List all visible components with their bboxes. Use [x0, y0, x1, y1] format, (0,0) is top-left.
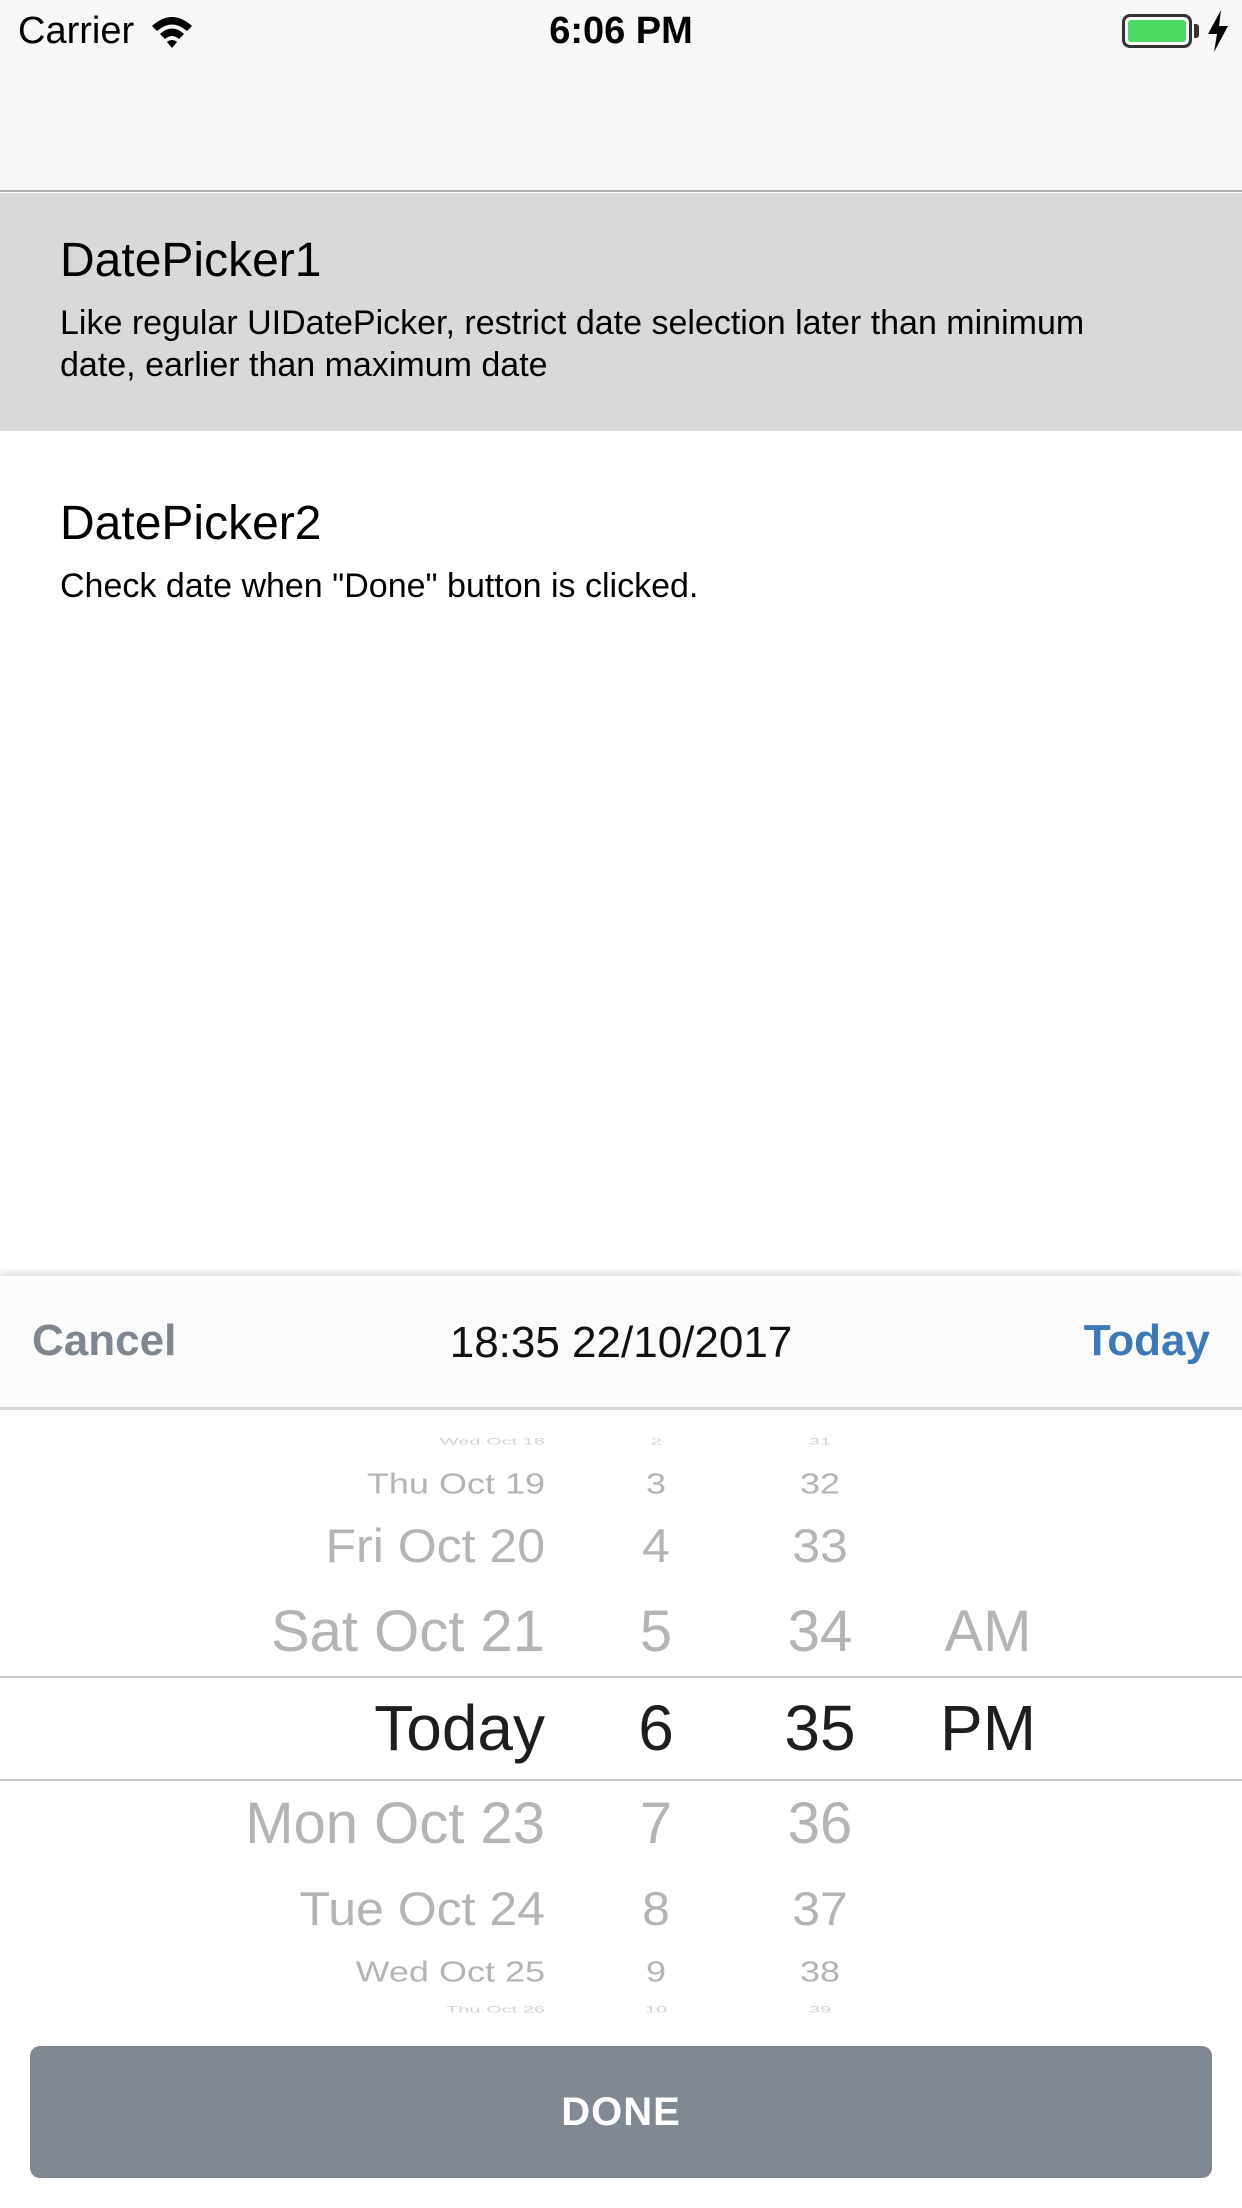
- day-wheel-item[interactable]: Wed Oct 18: [125, 1438, 545, 1447]
- minute-wheel-item[interactable]: 36: [740, 1795, 900, 1853]
- selection-line-bottom: [0, 1779, 1242, 1781]
- hour-wheel-item[interactable]: 4: [576, 1522, 736, 1570]
- hour-wheel-item[interactable]: 8: [576, 1885, 736, 1933]
- minute-wheel-item[interactable]: 39: [740, 2006, 900, 2015]
- day-wheel-item[interactable]: Today: [125, 1696, 545, 1760]
- status-bar: Carrier 6:06 PM: [0, 0, 1242, 62]
- done-button[interactable]: DONE: [30, 2046, 1212, 2178]
- date-wheel-picker[interactable]: Wed Oct 18 Thu Oct 19 Fri Oct 20 Sat Oct 21…: [0, 1412, 1242, 2022]
- hour-wheel-item[interactable]: 3: [576, 1469, 736, 1499]
- selected-date-display: 18:35 22/10/2017: [449, 1318, 793, 1367]
- list-item-subtitle: Like regular UIDatePicker, restrict date…: [60, 304, 1085, 384]
- day-wheel-item[interactable]: Thu Oct 26: [125, 2006, 545, 2015]
- picker-toolbar: Cancel 18:35 22/10/2017 Today: [0, 1276, 1242, 1410]
- hour-wheel-item[interactable]: 7: [576, 1795, 736, 1853]
- selection-line-top: [0, 1676, 1242, 1678]
- minute-wheel-item[interactable]: 34: [740, 1603, 900, 1661]
- day-wheel-item[interactable]: Thu Oct 19: [125, 1469, 545, 1499]
- day-wheel-item[interactable]: Tue Oct 24: [125, 1885, 545, 1933]
- today-button[interactable]: Today: [1084, 1316, 1210, 1366]
- day-wheel-item[interactable]: Mon Oct 23: [125, 1795, 545, 1853]
- hour-wheel-item[interactable]: 10: [576, 2006, 736, 2015]
- battery-cap: [1194, 24, 1199, 38]
- minute-wheel-item[interactable]: 33: [740, 1522, 900, 1570]
- day-wheel-item[interactable]: Sat Oct 21: [125, 1603, 545, 1661]
- hour-wheel-item[interactable]: 5: [576, 1603, 736, 1661]
- navigation-bar: [0, 62, 1242, 192]
- status-time: 6:06 PM: [549, 10, 693, 52]
- list-item-datepicker1[interactable]: DatePicker1 Like regular UIDatePicker, r…: [0, 193, 1242, 431]
- minute-wheel-item[interactable]: 35: [740, 1696, 900, 1760]
- minute-wheel-item[interactable]: 31: [740, 1438, 900, 1447]
- hour-wheel-item[interactable]: 6: [576, 1696, 736, 1760]
- ampm-wheel-item[interactable]: AM: [888, 1603, 1088, 1661]
- charging-bolt-icon: [1208, 10, 1228, 52]
- list-item-title: DatePicker2: [60, 497, 322, 550]
- hour-wheel-item[interactable]: 9: [576, 1957, 736, 1987]
- minute-wheel-item[interactable]: 32: [740, 1469, 900, 1499]
- minute-wheel-item[interactable]: 38: [740, 1957, 900, 1987]
- hour-wheel-item[interactable]: 2: [576, 1438, 736, 1447]
- list-item-datepicker2[interactable]: DatePicker2 Check date when "Done" butto…: [0, 431, 1242, 671]
- day-wheel-item[interactable]: Wed Oct 25: [125, 1957, 545, 1987]
- minute-wheel-item[interactable]: 37: [740, 1885, 900, 1933]
- ampm-wheel-item[interactable]: PM: [888, 1696, 1088, 1760]
- list-item-subtitle: Check date when "Done" button is clicked…: [60, 567, 699, 605]
- battery-icon: [1122, 14, 1192, 48]
- day-wheel-item[interactable]: Fri Oct 20: [125, 1522, 545, 1570]
- list-item-title: DatePicker1: [60, 234, 322, 287]
